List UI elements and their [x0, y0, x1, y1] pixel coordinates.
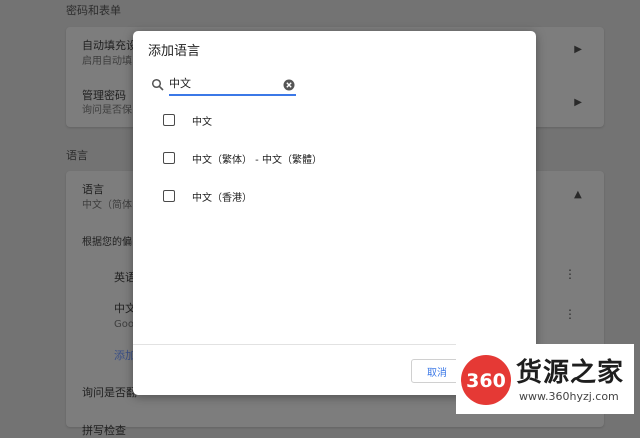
translate-prompt: 询问是否翻 [82, 386, 137, 399]
dialog-title: 添加语言 [148, 44, 201, 59]
chevron-right-icon[interactable]: ▶ [574, 44, 582, 55]
more-vert-icon[interactable]: ⋮ [564, 267, 576, 281]
watermark-title: 货源之家 [516, 358, 625, 388]
language-option[interactable]: 中文 [163, 110, 212, 130]
chevron-right-icon[interactable]: ▶ [574, 97, 582, 108]
option-checkbox[interactable] [163, 190, 175, 202]
passwords-section-title: 密码和表单 [66, 4, 121, 17]
language-subtitle: 中文（简体 [82, 200, 132, 211]
option-checkbox[interactable] [163, 152, 175, 164]
language-title[interactable]: 语言 [82, 181, 104, 197]
watermark-url: www.360hyzj.com [519, 390, 619, 403]
search-input[interactable] [169, 75, 273, 91]
chevron-up-icon[interactable]: ▶ [573, 191, 584, 199]
search-underline [169, 94, 296, 96]
watermark: 360 货源之家 www.360hyzj.com [456, 344, 634, 414]
language-order-hint: 根据您的偏 [82, 237, 132, 248]
watermark-logo: 360 [461, 355, 511, 405]
language-option[interactable]: 中文（香港） [163, 186, 252, 206]
language-option[interactable]: 中文（繁体） - 中文（繁體） [163, 148, 322, 168]
option-label: 中文（繁体） - 中文（繁體） [192, 154, 322, 166]
autofill-title[interactable]: 自动填充设 [82, 37, 137, 53]
watermark-logo-text: 360 [466, 370, 506, 392]
more-vert-icon[interactable]: ⋮ [564, 307, 576, 321]
spellcheck-title[interactable]: 拼写检查 [82, 422, 126, 438]
languages-section-title: 语言 [66, 149, 88, 162]
option-label: 中文（香港） [192, 192, 252, 204]
autofill-subtitle: 启用自动填 [82, 56, 132, 67]
option-label: 中文 [192, 116, 212, 128]
add-language-dialog: 添加语言 中文 中文（繁体） - 中文（繁體） 中文（香港） 取消 [133, 31, 536, 395]
option-checkbox[interactable] [163, 114, 175, 126]
clear-icon[interactable] [283, 79, 295, 91]
search-icon [151, 78, 164, 91]
manage-passwords-subtitle: 询问是否保 [82, 105, 132, 116]
language-item-chinese-sub: Goo [114, 319, 134, 330]
